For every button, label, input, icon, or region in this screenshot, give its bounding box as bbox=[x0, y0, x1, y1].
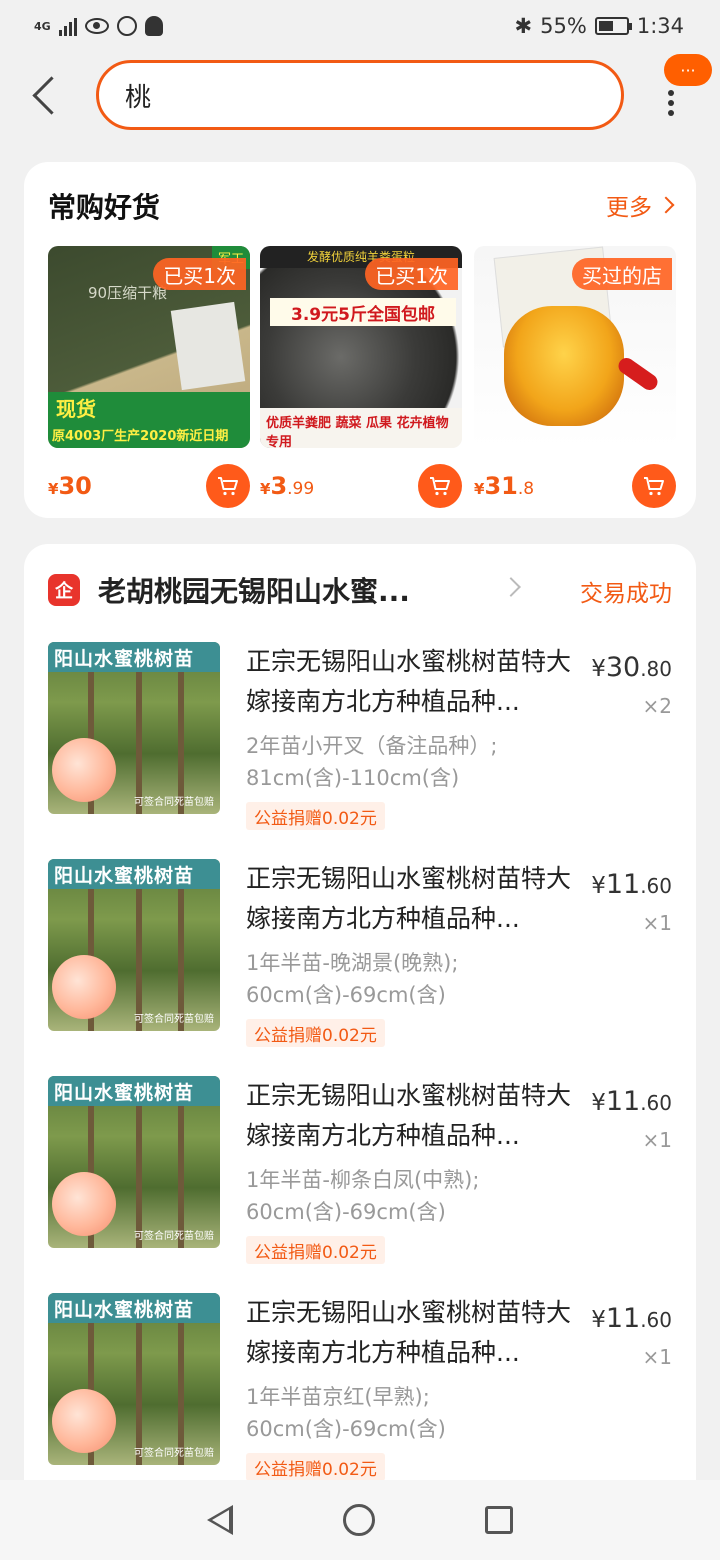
item-image[interactable]: 阳山水蜜桃树苗 可签合同死苗包赔 bbox=[48, 859, 220, 1031]
product-food bbox=[504, 306, 624, 426]
cart-icon bbox=[644, 477, 664, 496]
frequent-goods-title: 常购好货 bbox=[48, 191, 161, 224]
message-badge[interactable]: ··· bbox=[664, 54, 712, 86]
item-title[interactable]: 正宗无锡阳山水蜜桃树苗特大嫁接南方北方种植品种... bbox=[246, 1076, 576, 1156]
peach-image bbox=[52, 955, 116, 1019]
item-quantity: ×1 bbox=[642, 1128, 672, 1152]
image-label: 阳山水蜜桃树苗 bbox=[48, 1293, 220, 1323]
item-image[interactable]: 阳山水蜜桃树苗 可签合同死苗包赔 bbox=[48, 1076, 220, 1248]
item-price: ¥11.60 bbox=[591, 869, 672, 900]
add-to-cart-button[interactable] bbox=[632, 464, 676, 508]
item-spec: 1年半苗京红(早熟); 60cm(含)-69cm(含) bbox=[246, 1385, 446, 1441]
more-label: 更多 bbox=[606, 195, 652, 221]
signal-icon bbox=[58, 16, 77, 36]
chevron-right-icon bbox=[501, 577, 521, 597]
add-to-cart-button[interactable] bbox=[418, 464, 462, 508]
product-image[interactable]: 买过的店 bbox=[474, 246, 676, 448]
peach-image bbox=[52, 1389, 116, 1453]
search-query: 桃 bbox=[125, 82, 152, 113]
order-status: 交易成功 bbox=[580, 581, 672, 607]
product-card[interactable]: 买过的店 ¥31.8 bbox=[474, 246, 676, 508]
image-label: 阳山水蜜桃树苗 bbox=[48, 859, 220, 889]
order-item[interactable]: 阳山水蜜桃树苗 可签合同死苗包赔 正宗无锡阳山水蜜桃树苗特大嫁接南方北方种植品种… bbox=[48, 642, 672, 838]
product-price: ¥30 bbox=[48, 472, 92, 500]
search-input[interactable]: 桃 bbox=[96, 60, 624, 130]
image-text: 3.9元5斤全国包邮 bbox=[270, 298, 456, 326]
donation-badge: 公益捐赠0.02元 bbox=[246, 802, 385, 830]
product-price: ¥31.8 bbox=[474, 472, 535, 500]
product-card[interactable]: 发酵优质纯羊粪蛋粒 3.9元5斤全国包邮 优质羊粪肥 蔬菜 瓜果 花卉植物专用 … bbox=[260, 246, 462, 508]
image-text: 可签合同死苗包赔 bbox=[134, 1014, 214, 1025]
item-title[interactable]: 正宗无锡阳山水蜜桃树苗特大嫁接南方北方种植品种... bbox=[246, 859, 576, 939]
order-card: 企 老胡桃园无锡阳山水蜜... 交易成功 阳山水蜜桃树苗 可签合同死苗包赔 正宗… bbox=[24, 544, 696, 1504]
search-header: 桃 ··· bbox=[0, 54, 720, 136]
order-item[interactable]: 阳山水蜜桃树苗 可签合同死苗包赔 正宗无锡阳山水蜜桃树苗特大嫁接南方北方种植品种… bbox=[48, 1076, 672, 1272]
item-spec: 1年半苗-柳条白凤(中熟); 60cm(含)-69cm(含) bbox=[246, 1168, 480, 1224]
nav-back-icon[interactable] bbox=[207, 1505, 233, 1535]
donation-badge: 公益捐赠0.02元 bbox=[246, 1453, 385, 1481]
product-price: ¥3.99 bbox=[260, 472, 315, 500]
battery-percent: 55% bbox=[540, 14, 587, 38]
item-quantity: ×1 bbox=[642, 1345, 672, 1369]
image-label: 阳山水蜜桃树苗 bbox=[48, 1076, 220, 1106]
chevron-right-icon bbox=[657, 196, 675, 214]
bluetooth-icon: ✱ bbox=[514, 14, 533, 38]
item-price: ¥30.80 bbox=[591, 652, 672, 683]
battery-icon bbox=[594, 17, 632, 35]
image-text: 原4003厂生产2020新近日期 bbox=[52, 429, 229, 444]
item-quantity: ×2 bbox=[642, 694, 672, 718]
item-title[interactable]: 正宗无锡阳山水蜜桃树苗特大嫁接南方北方种植品种... bbox=[246, 1293, 576, 1373]
donation-badge: 公益捐赠0.02元 bbox=[246, 1019, 385, 1047]
nav-recent-icon[interactable] bbox=[485, 1506, 513, 1534]
item-price: ¥11.60 bbox=[591, 1086, 672, 1117]
shop-name[interactable]: 老胡桃园无锡阳山水蜜... bbox=[98, 570, 458, 610]
cart-icon bbox=[430, 477, 450, 496]
status-bar: 4G ✱ 55% 1:34 bbox=[0, 0, 720, 52]
kebab-menu-icon[interactable] bbox=[668, 90, 676, 116]
clock: 1:34 bbox=[636, 14, 684, 38]
order-item[interactable]: 阳山水蜜桃树苗 可签合同死苗包赔 正宗无锡阳山水蜜桃树苗特大嫁接南方北方种植品种… bbox=[48, 859, 672, 1055]
system-nav-bar bbox=[0, 1480, 720, 1560]
network-type: 4G bbox=[34, 19, 51, 33]
item-title[interactable]: 正宗无锡阳山水蜜桃树苗特大嫁接南方北方种植品种... bbox=[246, 642, 576, 722]
item-image[interactable]: 阳山水蜜桃树苗 可签合同死苗包赔 bbox=[48, 642, 220, 814]
image-text: 90压缩干粮 bbox=[88, 284, 168, 302]
product-package bbox=[170, 301, 246, 391]
alarm-icon bbox=[116, 16, 137, 36]
image-text: 可签合同死苗包赔 bbox=[134, 1448, 214, 1459]
item-spec: 2年苗小开叉（备注品种）; 81cm(含)-110cm(含) bbox=[246, 734, 498, 790]
purchased-tag: 买过的店 bbox=[572, 258, 672, 290]
add-to-cart-button[interactable] bbox=[206, 464, 250, 508]
back-arrow-icon[interactable] bbox=[30, 76, 60, 116]
cart-icon bbox=[218, 477, 238, 496]
more-link[interactable]: 更多 bbox=[606, 188, 675, 222]
image-label: 阳山水蜜桃树苗 bbox=[48, 642, 220, 672]
image-text: 优质羊粪肥 蔬菜 瓜果 花卉植物专用 bbox=[260, 408, 462, 448]
nav-home-icon[interactable] bbox=[343, 1504, 375, 1536]
purchased-tag: 已买1次 bbox=[153, 258, 246, 290]
peach-image bbox=[52, 1172, 116, 1236]
product-card[interactable]: 军工 90压缩干粮 现货 原4003厂生产2020新近日期 已买1次 ¥30 bbox=[48, 246, 250, 508]
image-text: 可签合同死苗包赔 bbox=[134, 797, 214, 808]
purchased-tag: 已买1次 bbox=[365, 258, 458, 290]
donation-badge: 公益捐赠0.02元 bbox=[246, 1236, 385, 1264]
image-text: 现货 bbox=[56, 397, 96, 421]
notification-icon bbox=[144, 16, 163, 36]
shop-enterprise-icon: 企 bbox=[48, 574, 80, 606]
order-item[interactable]: 阳山水蜜桃树苗 可签合同死苗包赔 正宗无锡阳山水蜜桃树苗特大嫁接南方北方种植品种… bbox=[48, 1293, 672, 1489]
item-price: ¥11.60 bbox=[591, 1303, 672, 1334]
frequent-goods-card: 常购好货 更多 军工 90压缩干粮 现货 原4003厂生产2020新近日期 已买… bbox=[24, 162, 696, 518]
product-image[interactable]: 军工 90压缩干粮 现货 原4003厂生产2020新近日期 已买1次 bbox=[48, 246, 250, 448]
shop-header[interactable]: 企 老胡桃园无锡阳山水蜜... 交易成功 bbox=[48, 568, 672, 612]
image-text: 可签合同死苗包赔 bbox=[134, 1231, 214, 1242]
item-quantity: ×1 bbox=[642, 911, 672, 935]
peach-image bbox=[52, 738, 116, 802]
item-spec: 1年半苗-晚湖景(晚熟); 60cm(含)-69cm(含) bbox=[246, 951, 459, 1007]
item-image[interactable]: 阳山水蜜桃树苗 可签合同死苗包赔 bbox=[48, 1293, 220, 1465]
eye-icon bbox=[84, 18, 109, 34]
product-image[interactable]: 发酵优质纯羊粪蛋粒 3.9元5斤全国包邮 优质羊粪肥 蔬菜 瓜果 花卉植物专用 … bbox=[260, 246, 462, 448]
